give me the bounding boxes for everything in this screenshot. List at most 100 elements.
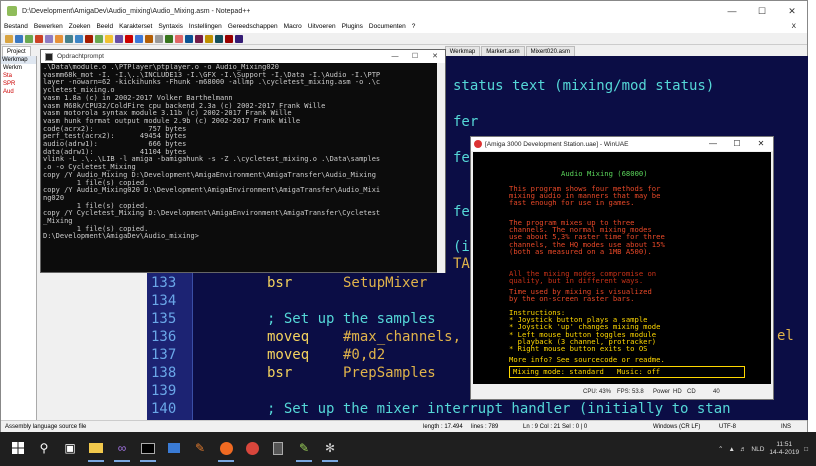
- uae-maximize-button[interactable]: ☐: [725, 137, 749, 151]
- tab-project[interactable]: Project: [2, 46, 31, 56]
- menu-beeld[interactable]: Beeld: [93, 21, 116, 33]
- toolbar-button-icon[interactable]: [125, 34, 133, 43]
- amiga-text-block: This program shows four methods for mixin…: [473, 152, 771, 384]
- toolbar-button-icon[interactable]: [185, 34, 193, 43]
- line-number: 136: [151, 329, 177, 345]
- visual-studio-icon[interactable]: ∞: [114, 440, 130, 462]
- toolbar-button-icon[interactable]: [75, 34, 83, 43]
- menu-karakterset[interactable]: Karakterset: [116, 21, 155, 33]
- toolbar-button-icon[interactable]: [235, 34, 243, 43]
- menu-help[interactable]: ?: [409, 21, 419, 33]
- search-icon[interactable]: ⚲: [36, 440, 52, 456]
- network-icon[interactable]: ▲: [728, 446, 734, 453]
- toolbar-button-icon[interactable]: [55, 34, 63, 43]
- amiga-more-info: More info? See sourcecode or readme.: [509, 355, 665, 364]
- toolbar-button-icon[interactable]: [105, 34, 113, 43]
- cmd-title-bar[interactable]: Opdrachtprompt — ☐ ✕: [41, 50, 445, 63]
- project-item[interactable]: Werkm: [1, 64, 36, 72]
- toolbar-button-icon[interactable]: [215, 34, 223, 43]
- toolbar-button-icon[interactable]: [145, 34, 153, 43]
- toolbar-button-icon[interactable]: [115, 34, 123, 43]
- amiga-screen[interactable]: Audio Mixing (68000) This program shows …: [473, 152, 771, 384]
- toolbar-button-icon[interactable]: [45, 34, 53, 43]
- firefox-icon[interactable]: [218, 440, 234, 462]
- ccleaner-icon[interactable]: [244, 440, 260, 456]
- code-comment: ; Set up the mixer interrupt handler (in…: [267, 401, 731, 417]
- winuae-taskbar-icon[interactable]: ✻: [322, 440, 338, 462]
- notifications-icon[interactable]: □: [804, 446, 808, 453]
- toolbar-button-icon[interactable]: [165, 34, 173, 43]
- toolbar-button-icon[interactable]: [175, 34, 183, 43]
- toolbar-button-icon[interactable]: [65, 34, 73, 43]
- tab-markert[interactable]: Markert.asm: [481, 46, 525, 56]
- desktop-margin: [808, 0, 816, 432]
- line-number: 133: [151, 275, 177, 291]
- toolbar-button-icon[interactable]: [205, 34, 213, 43]
- maximize-button[interactable]: ☐: [747, 1, 777, 21]
- menu-bestand[interactable]: Bestand: [1, 21, 31, 33]
- task-view-icon[interactable]: ▣: [62, 440, 78, 456]
- menu-syntaxis[interactable]: Syntaxis: [155, 21, 186, 33]
- menu-plugins[interactable]: Plugins: [339, 21, 366, 33]
- code-fragment: el: [777, 328, 794, 344]
- chevron-up-icon[interactable]: ⌃: [718, 445, 723, 453]
- toolbar-button-icon[interactable]: [15, 34, 23, 43]
- command-prompt-icon[interactable]: [140, 440, 156, 462]
- code-operand: PrepSamples: [343, 365, 436, 381]
- menu-macro[interactable]: Macro: [281, 21, 305, 33]
- close-button[interactable]: ✕: [777, 1, 807, 21]
- menu-zoeken[interactable]: Zoeken: [66, 21, 94, 33]
- file-explorer-icon[interactable]: [88, 440, 104, 462]
- line-number: 139: [151, 383, 177, 399]
- tab-werkmap[interactable]: Werkmap: [444, 46, 481, 56]
- npp-title-bar[interactable]: D:\Development\AmigaDev\Audio_mixing\Aud…: [1, 1, 807, 21]
- npp-window-title: D:\Development\AmigaDev\Audio_mixing\Aud…: [22, 7, 251, 15]
- cmd-close-button[interactable]: ✕: [425, 50, 445, 63]
- uae-status-bar: CPU: 43% FPS: 53.8 Power HD CD 40: [473, 386, 771, 398]
- project-item[interactable]: Sta: [1, 72, 36, 80]
- uae-title-bar[interactable]: [Amiga 3000 Development Station.uae] - W…: [471, 137, 773, 151]
- menu-bewerken[interactable]: Bewerken: [31, 21, 66, 33]
- cmd-minimize-button[interactable]: —: [385, 50, 405, 63]
- uae-close-button[interactable]: ✕: [749, 137, 773, 151]
- cmd-maximize-button[interactable]: ☐: [405, 50, 425, 63]
- toolbar-button-icon[interactable]: [85, 34, 93, 43]
- cmd-console-output[interactable]: .\Data\module.o .\PTPlayer\ptplayer.o -o…: [43, 64, 439, 272]
- menu-instellingen[interactable]: Instellingen: [186, 21, 225, 33]
- input-language[interactable]: NLD: [751, 446, 764, 453]
- menu-gereedschappen[interactable]: Gereedschappen: [225, 21, 281, 33]
- toolbar-button-icon[interactable]: [25, 34, 33, 43]
- tab-mixert020[interactable]: Mixert020.asm: [525, 46, 575, 56]
- minimize-button[interactable]: —: [717, 1, 747, 21]
- pen-icon[interactable]: ✎: [192, 440, 208, 456]
- volume-icon[interactable]: ♬: [740, 446, 747, 453]
- line-number: 137: [151, 347, 177, 363]
- menu-documenten[interactable]: Documenten: [366, 21, 409, 33]
- amiga-text-line: by the on-screen raster bars.: [509, 294, 635, 304]
- project-item[interactable]: Aud: [1, 88, 36, 96]
- uae-minimize-button[interactable]: —: [701, 137, 725, 151]
- code-operand: SetupMixer: [343, 275, 428, 291]
- project-item[interactable]: SPR: [1, 80, 36, 88]
- notepadpp-taskbar-icon[interactable]: ✎: [296, 440, 312, 462]
- clock[interactable]: 11:51 14-4-2019: [769, 441, 799, 457]
- toolbar-button-icon[interactable]: [35, 34, 43, 43]
- close-document-button[interactable]: X: [789, 21, 799, 33]
- toolbar-button-icon[interactable]: [5, 34, 13, 43]
- store-icon[interactable]: [166, 440, 182, 456]
- code-instruction: moveq: [267, 347, 310, 363]
- console-line: copy /Y Audio_Mixing020 D:\Development\A…: [43, 186, 381, 195]
- amiga-text-line: * Right mouse button exits to OS: [509, 344, 648, 353]
- toolbar-button-icon[interactable]: [135, 34, 143, 43]
- start-button[interactable]: [10, 440, 26, 456]
- code-operand: #0,d2: [343, 347, 386, 363]
- toolbar-button-icon[interactable]: [95, 34, 103, 43]
- menu-uitvoeren[interactable]: Uitvoeren: [305, 21, 339, 33]
- line-number: 138: [151, 365, 177, 381]
- code-fragment: fer: [453, 114, 479, 130]
- toolbar-button-icon[interactable]: [155, 34, 163, 43]
- cmd-scrollbar[interactable]: [437, 63, 445, 273]
- toolbar-button-icon[interactable]: [195, 34, 203, 43]
- calculator-icon[interactable]: [270, 440, 286, 456]
- toolbar-button-icon[interactable]: [225, 34, 233, 43]
